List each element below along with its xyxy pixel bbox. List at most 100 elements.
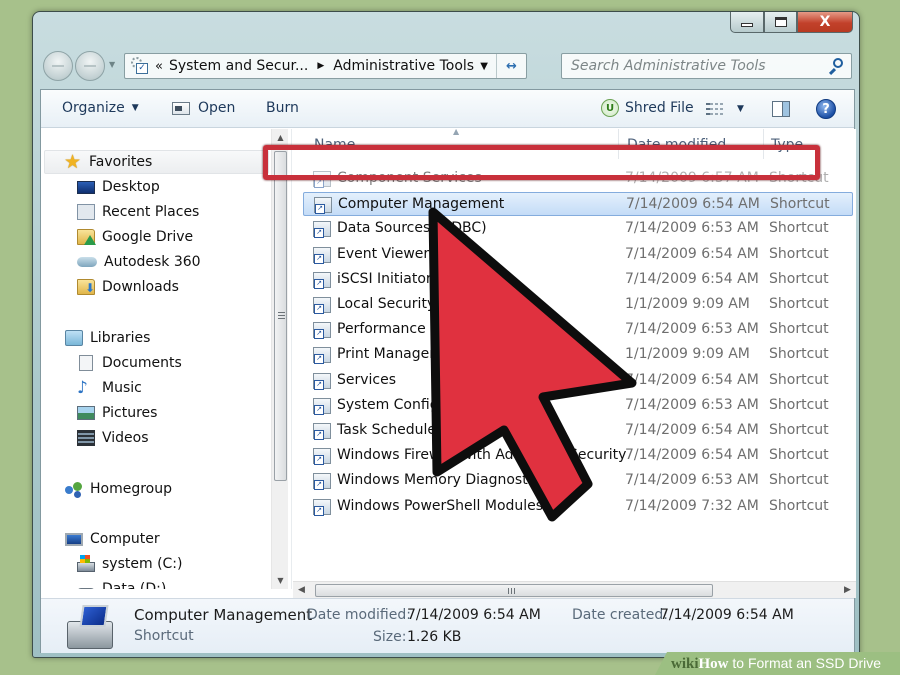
nav-documents[interactable]: Documents <box>41 351 269 375</box>
burn-label: Burn <box>266 100 299 116</box>
open-button[interactable]: Open <box>172 100 235 116</box>
nav-homegroup[interactable]: Homegroup <box>41 477 269 501</box>
file-date-modified: 7/14/2009 6:54 AM <box>625 422 759 438</box>
nav-data-drive-label: Data (D:) <box>102 581 167 589</box>
file-type: Shortcut <box>769 270 829 287</box>
nav-pictures-label: Pictures <box>102 405 158 421</box>
scroll-down-icon[interactable]: ▼ <box>272 572 289 589</box>
address-bar[interactable]: ✓ « System and Secur... ▶ Administrative… <box>124 53 527 79</box>
nav-autodesk-360[interactable]: Autodesk 360 <box>41 250 269 274</box>
file-row[interactable]: Windows PowerShell Modules 7/14/2009 7:32… <box>303 495 853 519</box>
file-row[interactable]: Computer Management 7/14/2009 6:54 AM Shor… <box>303 192 853 217</box>
details-view-icon <box>706 102 724 116</box>
file-date-modified: 7/14/2009 6:54 AM <box>625 245 759 262</box>
nav-favorites[interactable]: ★ Favorites <box>44 150 269 174</box>
file-date-modified: 7/14/2009 7:32 AM <box>625 497 759 514</box>
shortcut-icon <box>313 372 331 390</box>
scrollbar-thumb[interactable] <box>274 151 287 481</box>
documents-icon <box>79 355 93 371</box>
refresh-button[interactable]: ↔ <box>496 54 526 78</box>
file-row[interactable]: Data Sources (ODBC) 7/14/2009 6:53 AM Shor… <box>303 217 853 241</box>
file-row[interactable]: Performance Monitor 7/14/2009 6:53 AM Shor… <box>303 318 853 342</box>
change-view-button[interactable]: ▼ <box>706 102 744 116</box>
forward-button[interactable] <box>75 51 105 81</box>
recent-pages-dropdown[interactable]: ▼ <box>109 60 115 69</box>
watermark-wiki: wiki <box>671 656 699 672</box>
nav-computer[interactable]: Computer <box>41 527 269 551</box>
file-type: Shortcut <box>769 497 829 514</box>
details-file-kind: Shortcut <box>134 628 194 644</box>
pane-splitter[interactable] <box>291 129 292 589</box>
shred-file-button[interactable]: U Shred File <box>601 99 694 117</box>
file-row[interactable]: Event Viewer 7/14/2009 6:54 AM Shortcut <box>303 243 853 267</box>
navigation-pane-scrollbar[interactable]: ▲ ▼ <box>271 129 288 589</box>
back-button[interactable] <box>43 51 73 81</box>
scrollbar-thumb[interactable] <box>315 584 713 597</box>
burn-button[interactable]: Burn <box>266 100 299 116</box>
file-name: Event Viewer <box>337 245 430 262</box>
file-row[interactable]: Windows Firewall with Advanced Security7… <box>303 444 853 468</box>
organize-button[interactable]: Organize ▼ <box>62 100 139 116</box>
nav-music-label: Music <box>102 380 142 396</box>
minimize-button[interactable] <box>730 12 764 33</box>
breadcrumb-system-and-security[interactable]: System and Secur... <box>169 58 308 74</box>
nav-desktop[interactable]: Desktop <box>41 175 269 199</box>
breadcrumb-overflow[interactable]: « <box>155 59 163 74</box>
scroll-up-icon[interactable]: ▲ <box>272 129 289 146</box>
details-date-modified-value: 7/14/2009 6:54 AM <box>407 607 541 623</box>
file-date-modified: 7/14/2009 6:54 AM <box>625 371 759 388</box>
computer-management-icon <box>61 603 117 651</box>
open-icon <box>172 101 190 115</box>
shortcut-icon <box>313 498 331 516</box>
scroll-right-icon[interactable]: ▶ <box>839 582 856 599</box>
file-name: Windows Memory Diagnostic <box>337 472 540 489</box>
address-dropdown-icon[interactable]: ▼ <box>480 61 488 72</box>
file-date-modified: 1/1/2009 9:09 AM <box>625 346 750 363</box>
file-type: Shortcut <box>769 472 829 489</box>
breadcrumb-separator-icon[interactable]: ▶ <box>317 61 324 71</box>
file-date-modified: 7/14/2009 6:53 AM <box>625 396 759 413</box>
file-date-modified: 1/1/2009 9:09 AM <box>625 296 750 312</box>
file-list-horizontal-scrollbar[interactable]: ◀ ▶ <box>293 581 856 598</box>
open-label: Open <box>198 100 236 116</box>
file-row[interactable]: Task Scheduler 7/14/2009 6:54 AM Shortcut <box>303 419 853 443</box>
file-row[interactable]: Print Management 1/1/2009 9:09 AM Shortcut <box>303 343 853 367</box>
autodesk-cloud-icon <box>77 257 97 267</box>
homegroup-icon <box>65 481 83 497</box>
preview-pane-button[interactable] <box>772 101 790 117</box>
file-date-modified: 7/14/2009 6:53 AM <box>625 321 759 338</box>
file-date-modified: 7/14/2009 6:54 AM <box>626 196 760 213</box>
nav-music[interactable]: ♪ Music <box>41 376 269 400</box>
maximize-button[interactable] <box>764 12 797 33</box>
nav-google-drive[interactable]: Google Drive <box>41 225 269 249</box>
nav-libraries[interactable]: Libraries <box>41 326 269 350</box>
file-row[interactable]: Services 7/14/2009 6:54 AM Shortcut <box>303 369 853 393</box>
nav-videos[interactable]: Videos <box>41 426 269 450</box>
nav-pictures[interactable]: Pictures <box>41 401 269 425</box>
scroll-left-icon[interactable]: ◀ <box>293 582 310 599</box>
file-row[interactable]: iSCSI Initiator 7/14/2009 6:54 AM Shortcut <box>303 268 853 292</box>
chevron-down-icon: ▼ <box>737 104 744 114</box>
search-icon[interactable] <box>827 58 843 76</box>
close-button[interactable]: X <box>797 12 853 33</box>
chevron-down-icon: ▼ <box>131 103 139 113</box>
refresh-icon: ↔ <box>506 58 517 74</box>
nav-system-drive[interactable]: system (C:) <box>41 552 269 576</box>
help-button[interactable]: ? <box>816 99 836 119</box>
file-row[interactable]: System Configuration 7/14/2009 6:53 AM Sho… <box>303 394 853 418</box>
nav-system-drive-label: system (C:) <box>102 556 183 572</box>
search-placeholder: Search Administrative Tools <box>571 58 766 74</box>
nav-recent-places[interactable]: Recent Places <box>41 200 269 224</box>
file-row[interactable]: Windows Memory Diagnostic 7/14/2009 6:53 … <box>303 469 853 493</box>
file-type: Shortcut <box>769 447 829 464</box>
shortcut-icon <box>313 297 331 314</box>
details-size-value: 1.26 KB <box>407 629 462 645</box>
file-row[interactable]: Local Security Policy 1/1/2009 9:09 AM Sho… <box>303 293 853 317</box>
breadcrumb-administrative-tools[interactable]: Administrative Tools <box>333 58 474 74</box>
file-type: Shortcut <box>769 220 829 237</box>
file-date-modified: 7/14/2009 6:54 AM <box>625 447 759 464</box>
nav-downloads[interactable]: Downloads <box>41 275 269 299</box>
nav-data-drive[interactable]: Data (D:) <box>41 577 269 589</box>
search-input[interactable]: Search Administrative Tools <box>561 53 852 79</box>
libraries-icon <box>65 330 83 346</box>
